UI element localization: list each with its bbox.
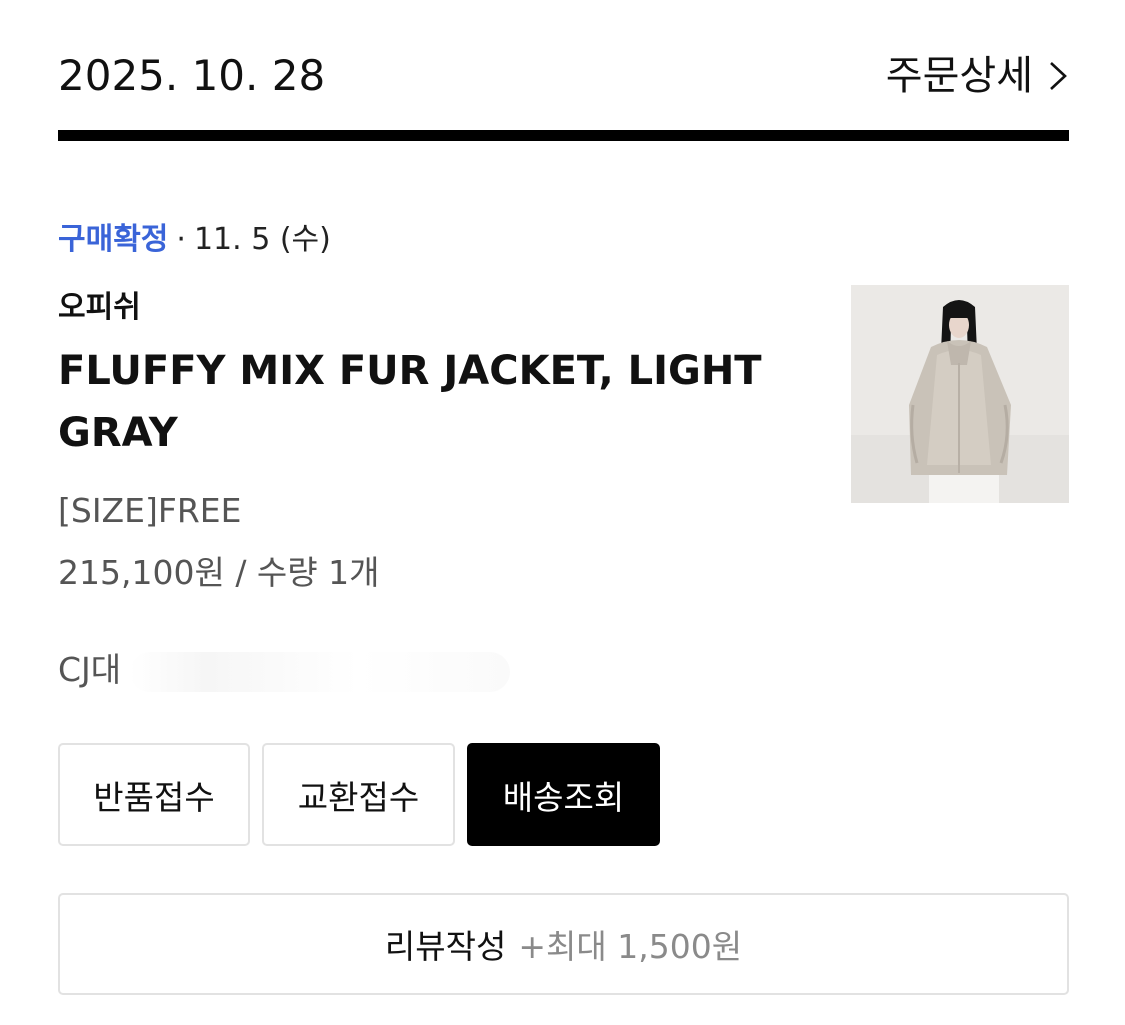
- price-quantity: 215,100원 / 수량 1개: [58, 553, 380, 592]
- write-review-button[interactable]: 리뷰작성 +최대 1,500원: [58, 893, 1069, 995]
- exchange-request-button[interactable]: 교환접수: [262, 743, 455, 846]
- order-date: 2025. 10. 28: [58, 51, 326, 100]
- order-header: 2025. 10. 28 주문상세: [58, 48, 1069, 104]
- chevron-right-icon: [1050, 62, 1067, 90]
- status-badge: 구매확정: [58, 222, 169, 257]
- review-reward: +최대 1,500원: [518, 927, 743, 966]
- order-detail-link[interactable]: 주문상세: [886, 48, 1069, 104]
- courier-name: CJ대: [58, 650, 122, 689]
- header-divider: [58, 130, 1069, 141]
- status-separator: ·: [176, 222, 186, 257]
- review-label: 리뷰작성: [384, 927, 507, 966]
- redacted-tracking-info: [130, 652, 510, 692]
- product-thumbnail[interactable]: [851, 285, 1069, 503]
- product-option: [SIZE]FREE: [58, 491, 242, 530]
- return-request-button[interactable]: 반품접수: [58, 743, 250, 846]
- status-date: 11. 5 (수): [193, 222, 331, 257]
- product-photo-illustration: [851, 285, 1069, 503]
- order-detail-label: 주문상세: [885, 53, 1033, 99]
- delivery-tracking-button[interactable]: 배송조회: [467, 743, 660, 846]
- purchase-status-line: 구매확정 · 11. 5 (수): [58, 218, 331, 262]
- product-name[interactable]: FLUFFY MIX FUR JACKET, LIGHT GRAY: [58, 340, 818, 464]
- brand-name[interactable]: 오피쉬: [58, 286, 141, 330]
